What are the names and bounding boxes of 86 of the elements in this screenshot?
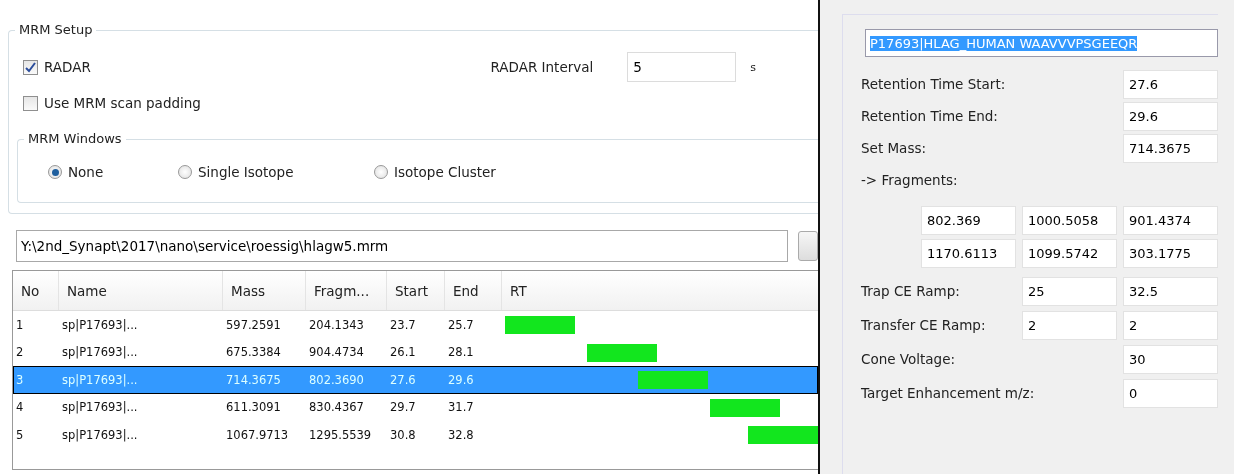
column-header[interactable]: Mass [223,271,306,310]
table-cell-text: 204.1343 [308,317,365,332]
radio-label: Isotope Cluster [394,164,496,180]
table-cell-text: 830.4367 [308,400,365,415]
column-header[interactable]: Name [59,271,223,310]
ramp-field[interactable]: 2 [1123,310,1218,340]
radio-button[interactable] [374,165,388,179]
radio-label: Single Isotope [198,164,294,180]
table-cell-text: sp|P17693|... [61,317,139,332]
table-cell-text: 597.2591 [225,317,282,332]
ramp-field[interactable]: 25 [1022,276,1117,306]
field-label: Trap CE Ramp: [861,283,960,299]
cone-voltage-field[interactable]: 30 [1123,344,1218,374]
field-label: Cone Voltage: [861,351,956,367]
check-icon [25,61,36,73]
ramp-field[interactable]: 32.5 [1123,276,1218,306]
table-cell-text: 30.8 [389,427,417,442]
field-label: Target Enhancement m/z: [861,385,1035,401]
file-path-field[interactable]: Y:\2nd_Synapt\2017\nano\service\roessig\hlagw5.mrm [16,230,788,262]
retention-bar [638,371,709,389]
table-cell-text: 3 [15,372,25,387]
table-row[interactable]: 1 sp|P17693|... 597.2591 204.1343 23.7 25.7 [13,311,818,339]
table-cell-text: 4 [15,400,25,415]
retention-bar [587,343,658,362]
retention-bar [747,426,818,444]
retention-bar [505,316,575,334]
table-cell-text: 802.3690 [308,372,365,387]
radar-interval-field[interactable]: 5 [627,52,737,82]
radio-button[interactable] [48,165,62,179]
table-cell-text: 32.8 [447,427,475,442]
table-cell-text: 28.1 [447,345,475,360]
table-row[interactable]: 2 sp|P17693|... 675.3384 904.4734 26.1 28.1 [13,338,818,366]
set-mass-field[interactable]: 714.3675 [1123,133,1218,163]
fragment-field[interactable]: 1170.6113 [921,238,1016,268]
group-title: MRM Setup [15,22,97,37]
table-cell-text: sp|P17693|... [61,427,139,442]
table-cell-text: sp|P17693|... [61,400,139,415]
table-cell-text: 26.1 [389,345,417,360]
table-cell-text: sp|P17693|... [61,345,139,360]
checkbox-label: RADAR [44,59,91,75]
column-header[interactable]: End [445,271,502,310]
table-cell-text: 1067.9713 [225,427,290,442]
fragment-field[interactable]: 1000.5058 [1022,205,1117,235]
field-label: Transfer CE Ramp: [861,317,986,333]
target-enhancement-field[interactable]: 0 [1123,378,1218,408]
retention-bar [710,398,781,417]
scan-padding-checkbox[interactable] [23,95,38,111]
table-cell-text: 31.7 [447,400,475,415]
fragment-field[interactable]: 802.369 [921,205,1016,235]
table-cell-text: 1 [15,317,25,332]
unit-label: s [750,60,756,74]
table-row[interactable]: 5 sp|P17693|... 1067.9713 1295.5539 30.8 32.8 [13,421,818,449]
field-label: Retention Time Start: [861,76,1006,92]
section-label: -> Fragments: [861,172,958,188]
radio-button[interactable] [178,165,192,179]
table-cell-text: 904.4734 [308,345,365,360]
field-label: Set Mass: [861,140,926,156]
browse-button[interactable] [798,231,818,261]
column-header[interactable]: No [13,271,59,310]
radio-label: None [68,164,104,180]
ramp-field[interactable]: 2 [1022,310,1117,340]
radar-checkbox[interactable] [23,59,38,75]
table-row[interactable]: 4 sp|P17693|... 611.3091 830.4367 29.7 31.7 [13,393,818,421]
table-cell-text: 611.3091 [225,400,282,415]
field-label: RADAR Interval [490,59,594,75]
group-title: MRM Windows [24,131,126,146]
table-cell-text: 1295.5539 [308,427,373,442]
table-cell-text: sp|P17693|... [61,372,139,387]
fragment-field[interactable]: 901.4374 [1123,205,1218,235]
checkbox-label: Use MRM scan padding [44,95,201,111]
field-label: Retention Time End: [861,108,998,124]
fragment-field[interactable]: 303.1775 [1123,238,1218,268]
table-cell-text: 714.3675 [225,372,282,387]
table-cell-text: 25.7 [447,317,475,332]
table-cell-text: 2 [15,345,25,360]
table-cell-text: 29.7 [389,400,417,415]
column-header[interactable]: Fragm... [306,271,387,310]
table-cell-text: 675.3384 [225,345,282,360]
table-cell-text: 27.6 [389,372,417,387]
table-cell-text: 29.6 [447,372,475,387]
fragment-field[interactable]: 1099.5742 [1022,238,1117,268]
rt-end-field[interactable]: 29.6 [1123,101,1218,131]
table-cell-text: 23.7 [389,317,417,332]
column-header[interactable]: Start [387,271,445,310]
table-cell-text: 5 [15,427,25,442]
rt-start-field[interactable]: 27.6 [1123,69,1218,99]
